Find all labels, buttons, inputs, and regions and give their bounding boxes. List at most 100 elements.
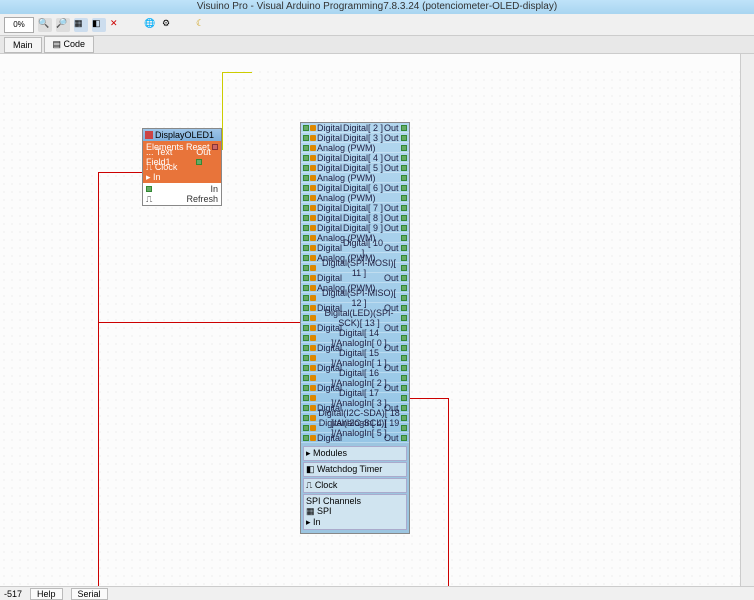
port-out-25[interactable] (401, 375, 407, 381)
port-out-12[interactable] (401, 245, 407, 251)
port-out-11[interactable] (401, 235, 407, 241)
status-tab-help[interactable]: Help (30, 588, 63, 600)
port-in-9[interactable] (303, 215, 309, 221)
port-in-1[interactable] (303, 135, 309, 141)
port-in-28[interactable] (303, 405, 309, 411)
tab-main[interactable]: Main (4, 37, 42, 53)
port-in-0[interactable] (303, 125, 309, 131)
port-in-3[interactable] (303, 155, 309, 161)
grp-i2c[interactable]: ▸ In (306, 517, 404, 528)
gear-icon[interactable]: ⚙ (162, 18, 176, 32)
arduino-pin-row[interactable]: Digital[ 16 ]/AnalogIn[ 2 ] (301, 373, 409, 383)
grp-watchdog[interactable]: ◧ Watchdog Timer (303, 462, 407, 477)
port-in-7[interactable] (303, 195, 309, 201)
port-in-17[interactable] (303, 295, 309, 301)
port-out-21[interactable] (401, 335, 407, 341)
arduino-pin-row[interactable]: Digital(LED)(SPI-SCK)[ 13 ] (301, 313, 409, 323)
globe-icon[interactable]: 🌐 (144, 18, 158, 32)
arduino-pin-row[interactable]: Digital[ 15 ]/AnalogIn[ 1 ] (301, 353, 409, 363)
port-out-13[interactable] (401, 255, 407, 261)
arduino-pin-row[interactable]: Analog (PWM) (301, 193, 409, 203)
port-out-5[interactable] (401, 175, 407, 181)
port-out-29[interactable] (401, 415, 407, 421)
port-out-24[interactable] (401, 365, 407, 371)
port-in-24[interactable] (303, 365, 309, 371)
port-out-4[interactable] (401, 165, 407, 171)
port-in-27[interactable] (303, 395, 309, 401)
port-in-8[interactable] (303, 205, 309, 211)
zoom-out-icon[interactable]: 🔎 (56, 18, 70, 32)
zoom-in-icon[interactable]: 🔍 (38, 18, 52, 32)
node-arduino[interactable]: DigitalDigital[ 2 ]Out DigitalDigital[ 3… (300, 122, 410, 534)
arduino-pin-row[interactable]: Analog (PWM) (301, 173, 409, 183)
port-out-3[interactable] (401, 155, 407, 161)
port-out-19[interactable] (401, 315, 407, 321)
port-in-31[interactable] (303, 435, 309, 441)
arduino-pin-row[interactable]: Analog (PWM) (301, 143, 409, 153)
port-in-30[interactable] (303, 425, 309, 431)
arduino-pin-row[interactable]: DigitalDigital[ 4 ]Out (301, 153, 409, 163)
port-in-19[interactable] (303, 315, 309, 321)
canvas[interactable]: DisplayOLED1 ElementsReset ... Text Fiel… (0, 54, 740, 586)
port-in-13[interactable] (303, 255, 309, 261)
port-out-6[interactable] (401, 185, 407, 191)
grp-spi[interactable]: ▦ SPI (306, 506, 404, 517)
arduino-pin-row[interactable]: Digital(I2C-SCL)[ 19 ]/AnalogIn[ 5 ] (301, 423, 409, 433)
arduino-pin-row[interactable]: Digital(SPI-MISO)[ 12 ] (301, 293, 409, 303)
oled-header[interactable]: DisplayOLED1 (143, 129, 221, 141)
port-out-17[interactable] (401, 295, 407, 301)
port-in-12[interactable] (303, 245, 309, 251)
arduino-pin-row[interactable]: DigitalDigital[ 8 ]Out (301, 213, 409, 223)
port-in-15[interactable] (303, 275, 309, 281)
grp-modules[interactable]: ▸ Modules (303, 446, 407, 461)
port-out-9[interactable] (401, 215, 407, 221)
port-in-18[interactable] (303, 305, 309, 311)
port-out-31[interactable] (401, 435, 407, 441)
node-display-oled[interactable]: DisplayOLED1 ElementsReset ... Text Fiel… (142, 128, 222, 206)
delete-icon[interactable]: ✕ (110, 18, 124, 32)
port-out-23[interactable] (401, 355, 407, 361)
grp-clock[interactable]: ⎍ Clock (303, 478, 407, 493)
port-out-22[interactable] (401, 345, 407, 351)
port-out-14[interactable] (401, 265, 407, 271)
arduino-pin-row[interactable]: Digital(SPI-MOSI)[ 11 ] (301, 263, 409, 273)
arduino-pin-row[interactable]: Digital[ 14 ]/AnalogIn[ 0 ] (301, 333, 409, 343)
port-out[interactable] (196, 159, 202, 165)
port-out-8[interactable] (401, 205, 407, 211)
tool2-icon[interactable]: ◧ (92, 18, 106, 32)
port-in-10[interactable] (303, 225, 309, 231)
port-out-26[interactable] (401, 385, 407, 391)
arduino-pin-row[interactable]: Digital[ 17 ]/AnalogIn[ 3 ] (301, 393, 409, 403)
port-in-20[interactable] (303, 325, 309, 331)
arduino-pin-row[interactable]: DigitalDigital[ 7 ]Out (301, 203, 409, 213)
scrollbar-vertical[interactable] (740, 54, 754, 586)
arduino-pin-row[interactable]: DigitalDigital[ 2 ]Out (301, 123, 409, 133)
arduino-pin-row[interactable]: DigitalDigital[ 3 ]Out (301, 133, 409, 143)
port-in-11[interactable] (303, 235, 309, 241)
port-out-2[interactable] (401, 145, 407, 151)
port-in-16[interactable] (303, 285, 309, 291)
port-out-1[interactable] (401, 135, 407, 141)
port-in-25[interactable] (303, 375, 309, 381)
port-out-0[interactable] (401, 125, 407, 131)
arduino-pin-row[interactable]: DigitalDigital[ 9 ]Out (301, 223, 409, 233)
port-in-22[interactable] (303, 345, 309, 351)
zoom-select[interactable]: 0% (4, 17, 34, 33)
port-out-18[interactable] (401, 305, 407, 311)
port-in-21[interactable] (303, 335, 309, 341)
port-in-29[interactable] (303, 415, 309, 421)
port-in-6[interactable] (303, 185, 309, 191)
status-tab-serial[interactable]: Serial (71, 588, 108, 600)
port-out-20[interactable] (401, 325, 407, 331)
arduino-pin-row[interactable]: DigitalDigital[ 6 ]Out (301, 183, 409, 193)
port-in-4[interactable] (303, 165, 309, 171)
port-out-7[interactable] (401, 195, 407, 201)
port-out-30[interactable] (401, 425, 407, 431)
port-in-2[interactable] (303, 145, 309, 151)
port-out-15[interactable] (401, 275, 407, 281)
port-out-10[interactable] (401, 225, 407, 231)
moon-icon[interactable]: ☾ (196, 18, 210, 32)
tab-code[interactable]: ▤ Code (44, 36, 95, 53)
port-out-16[interactable] (401, 285, 407, 291)
arduino-pin-row[interactable]: DigitalDigital[ 5 ]Out (301, 163, 409, 173)
